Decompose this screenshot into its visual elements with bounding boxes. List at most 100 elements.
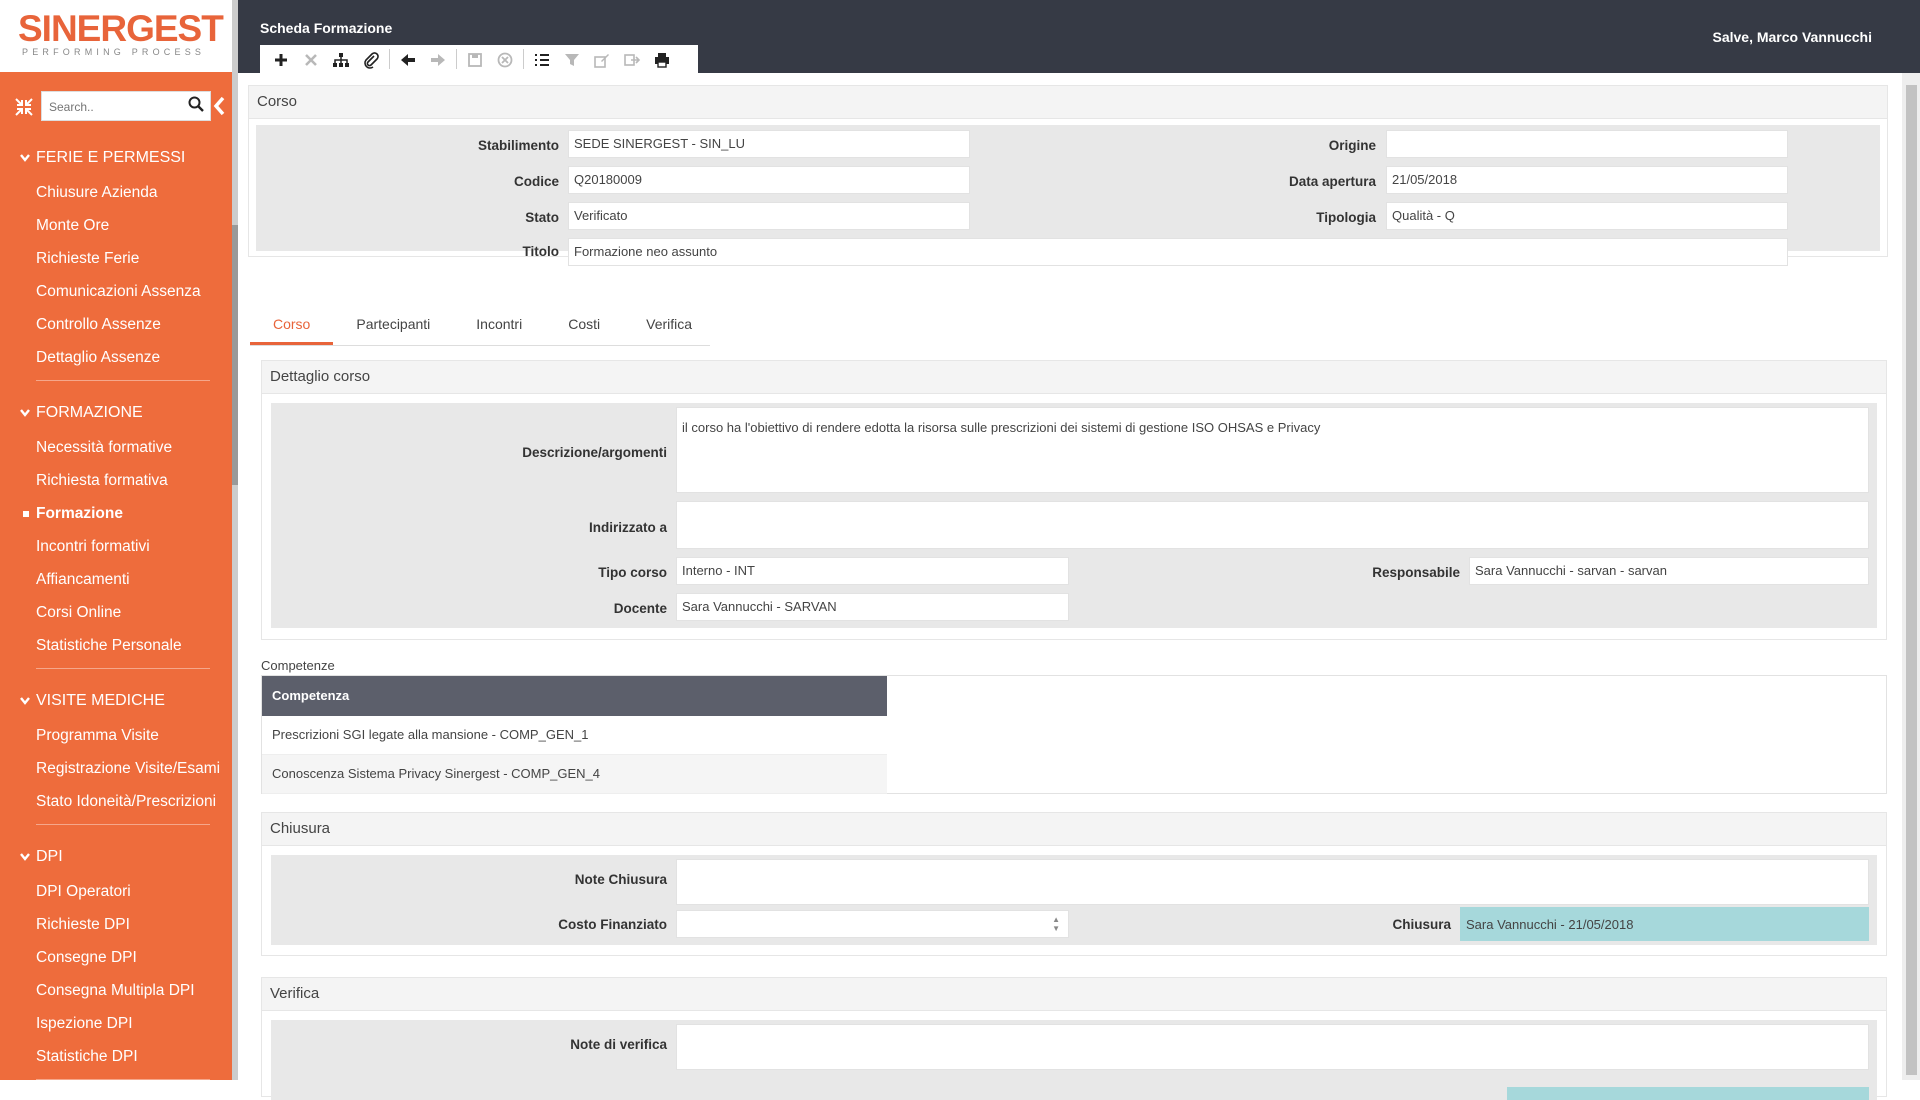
sidebar-item[interactable]: Dettaglio Assenze [0, 341, 232, 374]
codice-label: Codice [513, 174, 559, 189]
sidebar-item[interactable]: Incontri formativi [0, 530, 232, 563]
sidebar-item[interactable]: Registrazione Visite/Esami [0, 752, 232, 785]
export-button[interactable] [617, 46, 647, 72]
arrow-right-button[interactable] [423, 46, 453, 72]
chiusura-form: Note Chiusura Costo Finanziato ▲ ▼ Chiusu… [271, 855, 1877, 945]
stato-label: Stato [525, 210, 559, 225]
main-scrollbar-thumb[interactable] [1906, 85, 1917, 1075]
sidebar-section-header[interactable]: FERIE E PERMESSI [0, 140, 232, 176]
logo-name: SINERGEST [18, 8, 224, 49]
sidebar-item[interactable]: Formazione [0, 497, 232, 530]
sidebar-item[interactable]: Necessità formative [0, 431, 232, 464]
sidebar-collapse-chevron-icon[interactable] [212, 91, 226, 129]
sidebar-item[interactable]: Statistiche Personale [0, 629, 232, 662]
edit-button[interactable] [587, 46, 617, 72]
costo-finanziato-field[interactable]: ▲ ▼ [676, 910, 1069, 938]
responsabile-field[interactable]: Sara Vannucchi - sarvan - sarvan [1469, 557, 1869, 585]
table-row[interactable]: Prescrizioni SGI legate alla mansione - … [262, 716, 887, 755]
main-scrollbar[interactable] [1902, 73, 1920, 1080]
note-chiusura-label: Note Chiusura [574, 872, 667, 887]
sidebar-section-header[interactable]: VISITE MEDICHE [0, 683, 232, 719]
table-row[interactable]: Conoscenza Sistema Privacy Sinergest - C… [262, 755, 887, 794]
sidebar-item[interactable]: Stato Idoneità/Prescrizioni [0, 785, 232, 818]
sidebar-menu: FERIE E PERMESSI Chiusure Azienda Monte Or… [0, 140, 232, 1080]
note-verifica-label: Note di verifica [570, 1037, 667, 1052]
delete-x-icon [305, 54, 317, 67]
sidebar-item[interactable]: Statistiche DPI [0, 1040, 232, 1073]
toolbar-separator [523, 49, 524, 69]
sidebar-item[interactable]: Consegna Multipla DPI [0, 974, 232, 1007]
page-title: Scheda Formazione [260, 20, 393, 36]
toolbar-separator [389, 49, 390, 69]
filter-icon [565, 54, 579, 67]
tab-partecipanti[interactable]: Partecipanti [333, 305, 453, 345]
delete-x-button[interactable] [296, 46, 326, 72]
tab-incontri[interactable]: Incontri [453, 305, 545, 345]
sidebar-item[interactable]: Controllo Assenze [0, 308, 232, 341]
docente-label: Docente [613, 601, 667, 616]
print-button[interactable] [647, 46, 677, 72]
competenze-table: Competenza Prescrizioni SGI legate alla m… [262, 676, 887, 794]
paperclip-icon [364, 52, 379, 70]
filter-button[interactable] [557, 46, 587, 72]
toolbar [260, 45, 698, 73]
arrow-left-button[interactable] [393, 46, 423, 72]
codice-field[interactable]: Q20180009 [568, 166, 970, 194]
indirizzato-field[interactable] [676, 501, 1869, 549]
save-button[interactable] [460, 46, 490, 72]
stato-field[interactable]: Verificato [568, 202, 970, 230]
note-chiusura-field[interactable] [676, 859, 1869, 905]
search-input[interactable] [47, 93, 181, 121]
number-spinner-icon[interactable]: ▲ ▼ [1052, 915, 1060, 933]
sidebar-item[interactable]: Chiusure Azienda [0, 176, 232, 209]
table-header-competenza[interactable]: Competenza [262, 676, 887, 716]
competenze-label: Competenze [261, 658, 335, 673]
sidebar-item[interactable]: Richieste DPI [0, 908, 232, 941]
sidebar-item[interactable]: Comunicazioni Assenza [0, 275, 232, 308]
sidebar-item[interactable]: DPI Operatori [0, 875, 232, 908]
competenze-panel: Competenza Prescrizioni SGI legate alla m… [261, 675, 1887, 794]
paperclip-button[interactable] [356, 46, 386, 72]
hierarchy-button[interactable] [326, 46, 356, 72]
data-apertura-label: Data apertura [1288, 174, 1376, 189]
data-apertura-field[interactable]: 21/05/2018 [1386, 166, 1788, 194]
tipo-corso-field[interactable]: Interno - INT [676, 557, 1069, 585]
search-icon[interactable] [188, 96, 204, 117]
user-greeting[interactable]: Salve, Marco Vannucchi [1712, 29, 1872, 45]
docente-field[interactable]: Sara Vannucchi - SARVAN [676, 593, 1069, 621]
plus-button[interactable] [266, 46, 296, 72]
sidebar-item[interactable]: Monte Ore [0, 209, 232, 242]
note-verifica-field[interactable] [676, 1024, 1869, 1070]
chiusura-field[interactable]: Sara Vannucchi - 21/05/2018 [1460, 907, 1869, 941]
tab-verifica[interactable]: Verifica [623, 305, 715, 345]
cancel-circle-button[interactable] [490, 46, 520, 72]
list-icon [535, 54, 549, 67]
collapse-arrows-icon[interactable] [14, 97, 34, 117]
sidebar-item[interactable]: Corsi Online [0, 596, 232, 629]
tab-costi[interactable]: Costi [545, 305, 623, 345]
sidebar-item[interactable]: Affiancamenti [0, 563, 232, 596]
sidebar-divider [36, 668, 210, 669]
titolo-field[interactable]: Formazione neo assunto [568, 238, 1788, 266]
plus-icon [275, 54, 287, 67]
sidebar-item[interactable]: Programma Visite [0, 719, 232, 752]
sidebar-section-title: DPI [36, 848, 63, 865]
corso-card-title: Corso [249, 86, 1887, 119]
sidebar-section: VISITE MEDICHE Programma Visite Registrazi… [0, 683, 232, 825]
sidebar-section-header[interactable]: FORMAZIONE [0, 395, 232, 431]
sidebar-item[interactable]: Richiesta formativa [0, 464, 232, 497]
origine-field[interactable] [1386, 130, 1788, 158]
sidebar-item[interactable]: Ispezione DPI [0, 1007, 232, 1040]
list-button[interactable] [527, 46, 557, 72]
sidebar-section-header[interactable]: DPI [0, 839, 232, 875]
tab-corso[interactable]: Corso [250, 305, 334, 345]
sidebar-item[interactable]: Richieste Ferie [0, 242, 232, 275]
descrizione-field[interactable]: il corso ha l'obiettivo di rendere edott… [676, 407, 1869, 493]
stabilimento-field[interactable]: SEDE SINERGEST - SIN_LU [568, 130, 970, 158]
tipologia-field[interactable]: Qualità - Q [1386, 202, 1788, 230]
sidebar-item[interactable]: Consegne DPI [0, 941, 232, 974]
sidebar-section-title: VISITE MEDICHE [36, 692, 165, 709]
logo[interactable]: SINERGEST PERFORMING PROCESS [0, 0, 232, 72]
hierarchy-icon [333, 53, 349, 68]
arrow-right-icon [431, 54, 445, 67]
